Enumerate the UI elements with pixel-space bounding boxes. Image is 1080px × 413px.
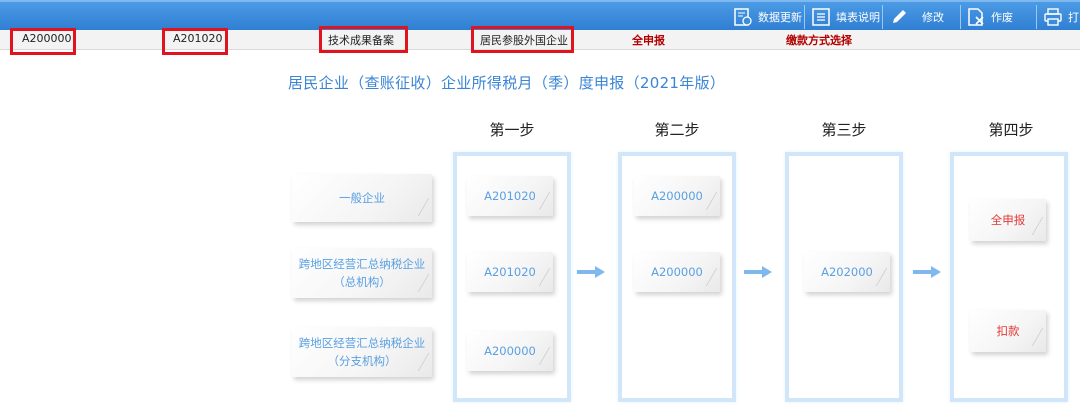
- edit-label: 修改: [922, 11, 944, 24]
- step2-form-general[interactable]: A200000: [634, 176, 720, 216]
- step-title-3: 第三步: [821, 121, 867, 139]
- step-title-4: 第四步: [988, 121, 1034, 139]
- step3-form-head-office[interactable]: A202000: [804, 252, 890, 292]
- pencil-icon: [893, 10, 906, 23]
- arrow-right-icon: [744, 266, 772, 278]
- highlight-box: [162, 28, 228, 55]
- enterprise-type-head-office[interactable]: 跨地区经营汇总纳税企业 （总机构）: [292, 248, 432, 298]
- toolbar-divider: [804, 5, 805, 29]
- data-refresh-icon: [734, 8, 752, 26]
- form-instructions-label: 填表说明: [836, 11, 880, 24]
- form-instructions-icon: [812, 8, 830, 26]
- enterprise-type-branch[interactable]: 跨地区经营汇总纳税企业 （分支机构）: [292, 327, 432, 377]
- step1-form-branch[interactable]: A200000: [467, 331, 553, 371]
- edit-button[interactable]: 修改: [890, 6, 944, 28]
- tax-declaration-page: 数据更新 填表说明 修改 作废 打 A200000 A201020 技术成果备案…: [0, 0, 1080, 413]
- toolbar-divider: [960, 5, 961, 29]
- data-refresh-label: 数据更新: [758, 11, 802, 24]
- full-declaration-button[interactable]: 全申报: [970, 199, 1046, 241]
- print-label: 打: [1068, 11, 1079, 24]
- form-instructions-button[interactable]: 填表说明: [812, 6, 880, 28]
- arrow-right-icon: [577, 266, 605, 278]
- step-column-4: [950, 152, 1068, 402]
- page-title: 居民企业（查账征收）企业所得税月（季）度申报（2021年版）: [288, 74, 726, 92]
- void-label: 作废: [991, 11, 1013, 24]
- step1-form-head-office[interactable]: A201020: [467, 252, 553, 292]
- toolbar-divider: [1036, 5, 1037, 29]
- void-button[interactable]: 作废: [967, 6, 1013, 28]
- deduct-payment-button[interactable]: 扣款: [970, 310, 1046, 352]
- arrow-right-icon: [913, 266, 941, 278]
- highlight-box: [10, 28, 76, 55]
- step1-form-general[interactable]: A201020: [467, 176, 553, 216]
- highlight-box: [319, 26, 408, 53]
- tab-payment-method[interactable]: 缴款方式选择: [786, 32, 852, 48]
- highlight-box: [471, 26, 574, 53]
- print-button[interactable]: 打: [1044, 6, 1079, 28]
- data-refresh-button[interactable]: 数据更新: [734, 6, 802, 28]
- enterprise-type-general[interactable]: 一般企业: [292, 174, 432, 222]
- toolbar-divider: [882, 5, 883, 29]
- tab-full-declaration[interactable]: 全申报: [632, 32, 665, 48]
- void-document-icon: [968, 8, 984, 26]
- step2-form-head-office[interactable]: A200000: [634, 252, 720, 292]
- step-title-2: 第二步: [654, 121, 700, 139]
- step-title-1: 第一步: [489, 121, 535, 139]
- print-icon: [1044, 8, 1062, 26]
